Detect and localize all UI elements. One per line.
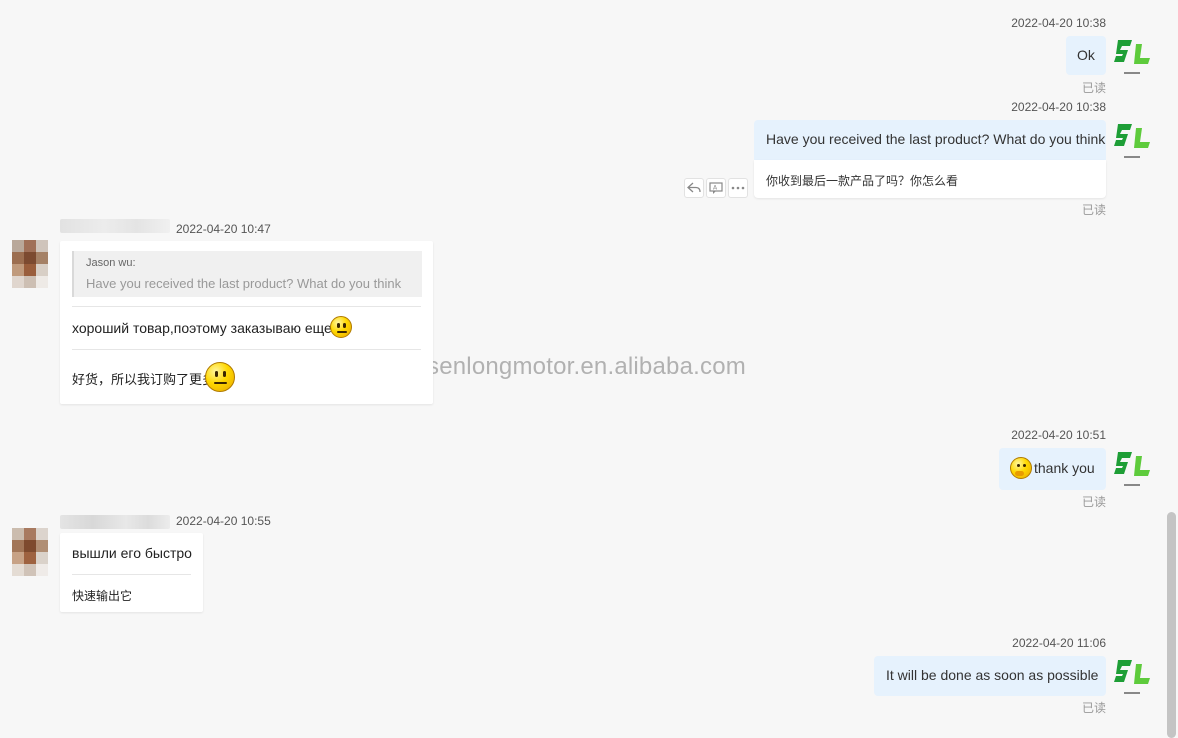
read-status: 已读	[1081, 701, 1106, 715]
company-logo-icon	[1114, 660, 1150, 694]
read-status: 已读	[1081, 495, 1106, 509]
message-text: It will be done as soon as possible	[886, 667, 1099, 683]
watermark: senlongmotor.en.alibaba.com	[427, 353, 746, 380]
translation-text: 快速输出它	[72, 589, 133, 603]
logo-avatar[interactable]	[1114, 36, 1152, 76]
contact-name-blurred	[60, 515, 170, 529]
translation-text: 好货，所以我订购了更多	[72, 372, 216, 387]
message-text: Ok	[1077, 47, 1095, 63]
translate-icon: A	[709, 182, 723, 194]
message-bubble[interactable]: thank you	[999, 448, 1106, 490]
divider	[72, 574, 191, 575]
read-status: 已读	[1081, 81, 1106, 95]
quoted-message[interactable]: Jason wu: Have you received the last pro…	[72, 251, 422, 297]
quote-text: Have you received the last product? What…	[86, 276, 402, 291]
company-logo-icon	[1114, 452, 1150, 486]
reply-button[interactable]	[684, 178, 704, 198]
more-button[interactable]	[728, 178, 748, 198]
message-bubble[interactable]: вышли его быстро 快速输出它	[60, 533, 203, 612]
message-timestamp: 2022-04-20 10:55	[176, 514, 271, 528]
read-status: 已读	[1081, 203, 1106, 217]
contact-name-blurred	[60, 219, 170, 233]
company-logo-icon	[1114, 40, 1150, 74]
message-timestamp: 2022-04-20 10:51	[1011, 428, 1106, 442]
reply-icon	[687, 182, 701, 193]
message-timestamp: 2022-04-20 10:47	[176, 222, 271, 236]
logo-avatar[interactable]	[1114, 448, 1152, 488]
contact-avatar[interactable]	[12, 240, 48, 288]
company-logo-icon	[1114, 124, 1150, 158]
message-timestamp: 2022-04-20 11:06	[1012, 636, 1106, 650]
message-bubble[interactable]: Ok	[1066, 36, 1106, 75]
scrollbar-thumb[interactable]	[1167, 512, 1176, 738]
message-text: thank you	[1034, 460, 1095, 476]
giggle-emoji-icon	[1010, 457, 1032, 479]
message-bubble[interactable]: It will be done as soon as possible	[874, 656, 1106, 696]
logo-avatar[interactable]	[1114, 656, 1152, 696]
more-icon	[731, 186, 745, 190]
logo-avatar[interactable]	[1114, 120, 1152, 160]
message-bubble[interactable]: Have you received the last product? What…	[754, 120, 1106, 160]
divider	[72, 349, 421, 350]
smile-emoji-icon	[330, 316, 352, 338]
message-timestamp: 2022-04-20 10:38	[1011, 16, 1106, 30]
message-text: хороший товар,поэтому заказываю еще	[72, 320, 332, 336]
message-text: вышли его быстро	[72, 545, 192, 561]
message-bubble[interactable]: Jason wu: Have you received the last pro…	[60, 241, 433, 404]
contact-avatar[interactable]	[12, 528, 48, 576]
translation-box: 你收到最后一款产品了吗？你怎么看	[754, 160, 1106, 198]
translation-text: 你收到最后一款产品了吗？你怎么看	[766, 174, 959, 188]
message-text: Have you received the last product? What…	[766, 131, 1106, 147]
quote-author: Jason wu:	[86, 257, 136, 269]
message-timestamp: 2022-04-20 10:38	[1011, 100, 1106, 114]
smile-emoji-icon	[205, 362, 235, 392]
translate-button[interactable]: A	[706, 178, 726, 198]
divider	[72, 306, 421, 307]
